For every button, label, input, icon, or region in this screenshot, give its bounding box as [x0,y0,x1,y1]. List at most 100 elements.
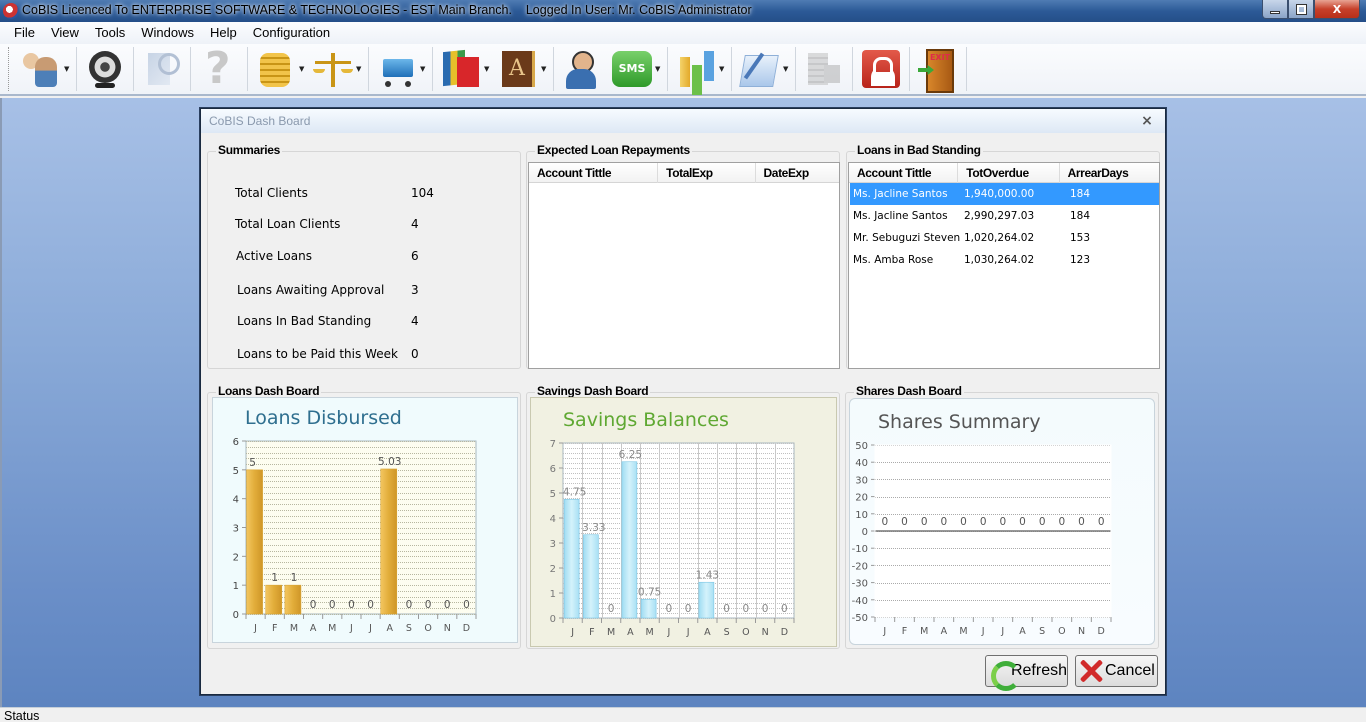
toolbar-address-book-button[interactable] [493,45,550,93]
cell-account-title: Mr. Sebuguzi Steven [853,232,961,244]
table-row[interactable]: Ms. Jacline Santos 1,940,000.00 184 [850,183,1159,205]
expected-repayments-list[interactable]: Account Tittle TotalExp DateExp [528,162,840,369]
data-label: 0 [1019,516,1026,528]
summary-label: Total Loan Clients [235,217,341,231]
y-tick-label: 1 [233,581,239,592]
column-tot-overdue[interactable]: TotOverdue [958,163,1060,183]
dropdown-arrow-icon[interactable] [299,65,305,73]
toolbar-support-button[interactable] [557,45,607,93]
data-label: 0 [921,516,928,528]
menu-configuration[interactable]: Configuration [245,23,338,43]
chart-title: Savings Balances [563,409,729,431]
toolbar-separator [368,47,369,91]
y-tick-label: 5 [233,466,239,477]
y-tick-label: 2 [233,552,239,563]
x-tick-label: J [666,627,670,638]
dropdown-arrow-icon[interactable] [655,65,661,73]
table-row[interactable]: Mr. Sebuguzi Steven 1,020,264.02 153 [850,227,1159,249]
summary-row: Total Clients 104 [235,186,535,204]
toolbar-search-button[interactable] [137,45,187,93]
column-account-title[interactable]: Account Tittle [849,163,959,183]
dropdown-arrow-icon[interactable] [356,65,362,73]
coins-icon [254,47,298,91]
close-window-button[interactable]: X [1314,0,1360,19]
menu-file[interactable]: File [6,23,43,43]
data-label: 0 [1058,516,1065,528]
bar [583,534,599,619]
help-icon [197,43,241,94]
summary-value: 104 [411,186,434,200]
cell-tot-overdue: 1,020,264.02 [964,232,1035,244]
cell-account-title: Ms. Jacline Santos [853,210,948,222]
data-label: 0 [685,603,692,615]
loans-dashboard-group: Loans Dash Board Loans Disbursed 0 1 2 3 4 5 6 5… [207,384,521,649]
column-total-exp[interactable]: TotalExp [658,163,756,183]
dropdown-arrow-icon[interactable] [719,65,725,73]
cell-arrear-days: 184 [1070,188,1091,200]
data-label: 0 [940,516,947,528]
y-tick-label: 6 [550,464,556,475]
cell-arrear-days: 153 [1070,232,1091,244]
y-tick-label: 0 [862,527,868,538]
dialog-close-button[interactable]: × [1139,113,1155,129]
toolbar-restore-button[interactable] [799,45,849,93]
bar [265,584,283,615]
table-row[interactable]: Ms. Amba Rose 1,030,264.02 123 [850,249,1159,271]
expected-repayments-group: Expected Loan Repayments Account Tittle … [526,143,840,369]
dialog-title: CoBIS Dash Board [209,114,311,128]
x-tick-label: J [253,623,257,634]
table-row[interactable]: Ms. Jacline Santos 2,990,297.03 184 [850,205,1159,227]
toolbar-exit-button[interactable] [913,45,963,93]
dropdown-arrow-icon[interactable] [783,65,789,73]
toolbar-clients-button[interactable] [16,45,73,93]
data-label: 1.43 [696,569,719,581]
toolbar-books-button[interactable] [436,45,493,93]
toolbar-separator [852,47,853,91]
toolbar-separator [795,47,796,91]
toolbar-sms-button[interactable] [607,45,664,93]
minimize-button[interactable] [1262,0,1288,19]
bar [698,581,715,619]
toolbar-scales-button[interactable] [308,45,365,93]
column-date-exp[interactable]: DateExp [756,163,839,183]
data-label: 0 [329,599,336,611]
y-tick-label: 5 [550,489,556,500]
dropdown-arrow-icon[interactable] [541,65,547,73]
notes-icon [738,47,782,91]
toolbar-grip[interactable] [8,47,11,91]
toolbar-notes-button[interactable] [735,45,792,93]
x-tick-label: A [1019,626,1026,637]
y-tick-label: 4 [233,495,239,506]
y-tick-label: -10 [852,544,868,555]
maximize-button[interactable] [1288,0,1314,19]
menu-view[interactable]: View [43,23,87,43]
bad-standing-list[interactable]: Account Tittle TotOverdue ArrearDays Ms.… [848,162,1160,369]
loans-chart-panel: Loans Disbursed 0 1 2 3 4 5 6 5 J 1 F 1 M 0 A 0 M 0 J 0 J 5.03… [212,397,518,643]
column-arrear-days[interactable]: ArrearDays [1060,163,1159,183]
loans-disbursed-chart: Loans Disbursed01234565J1F1M0A0M0J0J5.03… [233,407,477,634]
dropdown-arrow-icon[interactable] [64,65,70,73]
data-label: 0 [367,599,374,611]
toolbar-cart-button[interactable] [372,45,429,93]
toolbar-lock-button[interactable] [856,45,906,93]
dialog-title-bar[interactable]: CoBIS Dash Board × [201,109,1165,133]
data-label: 1 [291,572,298,584]
lock-icon [859,47,903,91]
search-document-icon [140,47,184,91]
column-account-title[interactable]: Account Tittle [529,163,659,183]
database-restore-icon [802,47,846,91]
y-tick-label: -30 [852,579,868,590]
menu-windows[interactable]: Windows [133,23,202,43]
dropdown-arrow-icon[interactable] [420,65,426,73]
toolbar-coins-button[interactable] [251,45,308,93]
cancel-button[interactable]: Cancel [1075,655,1158,687]
menu-help[interactable]: Help [202,23,245,43]
refresh-button[interactable]: Refresh [985,655,1068,691]
dropdown-arrow-icon[interactable] [484,65,490,73]
toolbar-webcam-button[interactable] [80,45,130,93]
toolbar-reports-button[interactable] [671,45,728,93]
menu-tools[interactable]: Tools [87,23,133,43]
status-bar: Status [0,707,1366,722]
toolbar-help-button[interactable] [194,43,244,94]
y-tick-label: 0 [550,614,556,625]
